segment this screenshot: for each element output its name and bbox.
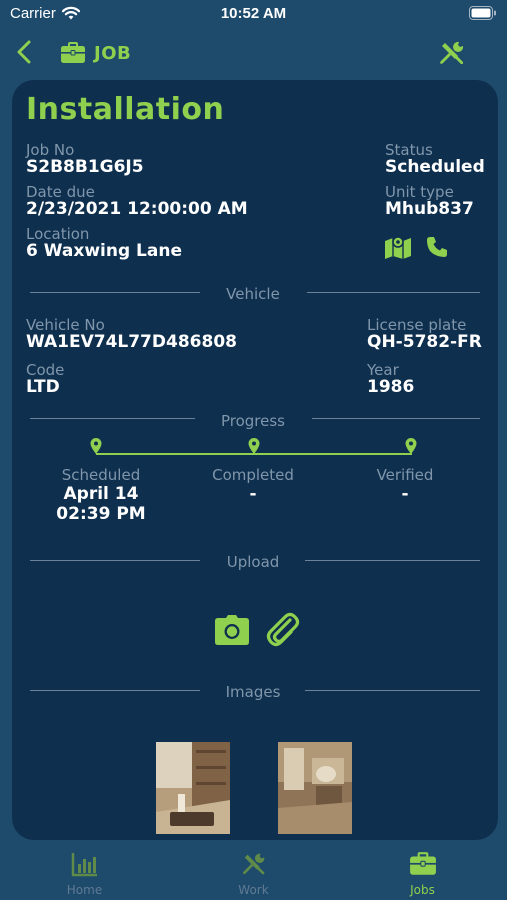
tab-work[interactable]: Work [169,840,338,900]
progress-step-scheduled: Scheduled April 14 02:39 PM [31,466,171,524]
image-thumbnail[interactable] [156,742,230,834]
chevron-left-icon [17,40,31,64]
year-value: 1986 [367,377,415,397]
status-value: Scheduled [385,157,485,177]
status-bar: Carrier 10:52 AM [0,0,507,30]
divider [30,292,200,293]
vehicle-section-label: Vehicle [226,285,280,303]
location-pin-icon [405,438,417,454]
tools-icon [242,853,264,875]
tab-label: Work [238,883,269,897]
divider [30,560,200,561]
vehicle-no-value: WA1EV74L77D486808 [26,332,237,352]
back-button[interactable] [10,36,40,68]
divider [312,418,480,419]
progress-step-verified: Verified - [335,466,475,504]
progress-step-completed: Completed - [183,466,323,504]
progress-step-label: Verified [376,466,434,484]
progress-step-time: 02:39 PM [56,504,146,524]
license-plate-value: QH-5782-FR [367,332,482,352]
progress-step-date: - [401,484,409,504]
tab-bar: Home Work Jobs [0,840,507,900]
images-section-label: Images [225,683,281,701]
nav-bar: JOB [0,30,507,78]
tools-button[interactable] [437,38,467,68]
tab-label: Home [66,883,103,897]
tab-home[interactable]: Home [0,840,169,900]
tools-icon [440,41,464,65]
camera-icon[interactable] [214,614,250,646]
tab-jobs[interactable]: Jobs [338,840,507,900]
progress-step-date: - [249,484,257,504]
phone-icon[interactable] [425,235,449,259]
upload-section-label: Upload [226,553,280,571]
job-no-value: S2B8B1G6J5 [26,157,144,177]
divider [305,560,480,561]
map-icon[interactable] [384,234,412,260]
briefcase-icon [61,42,85,63]
clock: 10:52 AM [220,5,287,22]
job-title: Installation [26,92,225,127]
unit-type-value: Mhub837 [385,199,474,219]
location-pin-icon [248,438,260,454]
job-card: Installation Job No S2B8B1G6J5 Status Sc… [12,80,498,840]
location-pin-icon [90,438,102,454]
tab-label: Jobs [410,883,435,897]
progress-section-label: Progress [220,412,285,430]
nav-title: JOB [60,38,131,68]
paperclip-icon[interactable] [266,611,300,649]
bar-chart-icon [71,853,97,877]
room-photo [278,742,352,834]
date-due-value: 2/23/2021 12:00:00 AM [26,199,248,219]
code-value: LTD [26,377,60,397]
divider [305,690,480,691]
location-value: 6 Waxwing Lane [26,241,182,261]
progress-step-label: Completed [212,466,294,484]
page-title: JOB [94,42,132,64]
progress-step-date: April 14 [63,484,139,504]
progress-step-label: Scheduled [61,466,141,484]
room-photo [156,742,230,834]
divider [307,292,480,293]
briefcase-icon [409,852,436,875]
battery-icon [469,6,496,20]
divider [30,418,195,419]
image-thumbnail[interactable] [278,742,352,834]
divider [30,690,200,691]
